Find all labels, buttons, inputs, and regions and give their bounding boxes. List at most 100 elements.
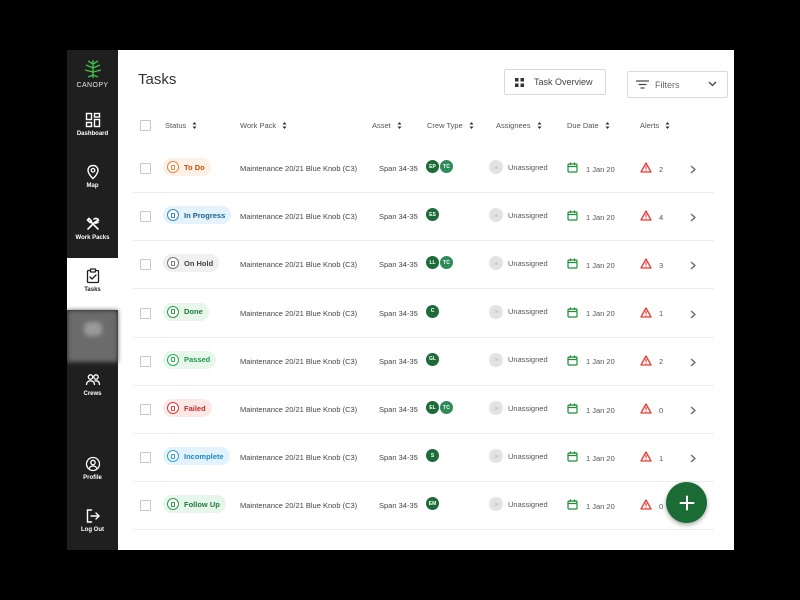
add-task-button[interactable] xyxy=(666,482,707,523)
row-checkbox[interactable] xyxy=(140,163,151,174)
nav-work-packs[interactable]: Work Packs xyxy=(67,206,118,258)
column-header-alerts[interactable]: Alerts xyxy=(640,114,670,136)
nav-tasks[interactable]: Tasks xyxy=(67,258,118,310)
chevron-right-icon[interactable] xyxy=(690,354,696,372)
chevron-right-icon[interactable] xyxy=(690,402,696,420)
nav-map[interactable]: Map xyxy=(67,154,118,206)
column-header-crew-type[interactable]: Crew Type xyxy=(427,114,474,136)
column-label: Crew Type xyxy=(427,120,463,130)
table-row[interactable]: Passed Maintenance 20/21 Blue Knob (C3) … xyxy=(133,338,714,386)
table-row[interactable]: Incomplete Maintenance 20/21 Blue Knob (… xyxy=(133,434,714,483)
calendar-icon xyxy=(567,449,578,467)
table-row[interactable]: Follow Up Maintenance 20/21 Blue Knob (C… xyxy=(133,482,714,531)
chevron-right-icon[interactable] xyxy=(690,450,696,468)
avatar: JK xyxy=(489,208,503,223)
select-all-checkbox[interactable] xyxy=(140,120,151,131)
nav-blurred-item[interactable] xyxy=(67,310,118,362)
row-checkbox[interactable] xyxy=(140,211,151,223)
crew-badge: EM xyxy=(426,497,439,511)
crew-type-cell: C xyxy=(426,304,440,318)
app-window: CANOPY Dashboard Map Work Packs Tasks Cr… xyxy=(67,50,734,550)
asset-cell: Span 34-35 xyxy=(379,212,418,222)
due-date-cell: 1 Jan 20 xyxy=(567,353,615,371)
assignee-cell: JK Unassigned xyxy=(489,256,548,271)
status-label: In Progress xyxy=(184,210,226,220)
assignee-name: Unassigned xyxy=(508,451,548,461)
grid-icon xyxy=(515,77,524,87)
alerts-cell: 1 xyxy=(640,449,663,467)
due-date-cell: 1 Jan 20 xyxy=(567,449,615,467)
due-date-cell: 1 Jan 20 xyxy=(567,401,615,419)
table-row[interactable]: In Progress Maintenance 20/21 Blue Knob … xyxy=(133,193,714,242)
due-date: 1 Jan 20 xyxy=(586,357,615,367)
chevron-right-icon[interactable] xyxy=(690,257,696,275)
row-checkbox[interactable] xyxy=(140,307,151,319)
status-label: On Hold xyxy=(184,258,214,268)
column-header-status[interactable]: Status xyxy=(165,114,197,136)
column-header-due-date[interactable]: Due Date xyxy=(567,114,610,136)
filters-dropdown[interactable]: Filters xyxy=(627,71,728,98)
assignee-name: Unassigned xyxy=(508,307,548,317)
alert-count: 3 xyxy=(659,260,664,270)
asset-cell: Span 34-35 xyxy=(379,308,418,318)
status-clipboard-icon xyxy=(167,209,179,222)
work-pack-cell: Maintenance 20/21 Blue Knob (C3) xyxy=(240,501,358,511)
due-date-cell: 1 Jan 20 xyxy=(567,497,615,515)
brand-name: CANOPY xyxy=(76,82,109,89)
crew-type-cell: S xyxy=(426,449,440,463)
row-checkbox[interactable] xyxy=(140,500,151,512)
column-header-asset[interactable]: Asset xyxy=(372,114,402,136)
nav-profile[interactable]: Profile xyxy=(67,446,118,498)
crew-type-cell: GL xyxy=(426,352,440,366)
status-label: Done xyxy=(184,307,203,317)
alerts-cell: 2 xyxy=(640,160,663,178)
crew-badge: EL xyxy=(426,401,439,414)
assignee-cell: JK Unassigned xyxy=(489,208,548,223)
assignee-cell: JK Unassigned xyxy=(489,160,548,174)
asset-cell: Span 34-35 xyxy=(379,260,418,270)
crew-badge: ES xyxy=(426,208,439,222)
table-row[interactable]: Failed Maintenance 20/21 Blue Knob (C3) … xyxy=(133,386,714,434)
warning-triangle-icon xyxy=(640,353,652,371)
due-date-cell: 1 Jan 20 xyxy=(567,208,615,226)
due-date: 1 Jan 20 xyxy=(586,309,615,319)
column-header-work-pack[interactable]: Work Pack xyxy=(240,114,287,136)
chevron-right-icon[interactable] xyxy=(690,209,696,227)
row-checkbox[interactable] xyxy=(140,404,151,415)
table-row[interactable]: To Do Maintenance 20/21 Blue Knob (C3) S… xyxy=(133,145,714,193)
warning-triangle-icon xyxy=(640,256,652,274)
calendar-icon xyxy=(567,497,578,515)
crew-badge: LL xyxy=(426,256,439,270)
nav-crews[interactable]: Crews xyxy=(67,362,118,414)
task-overview-button[interactable]: Task Overview xyxy=(504,69,606,95)
warning-triangle-icon xyxy=(640,449,652,467)
row-checkbox[interactable] xyxy=(140,355,151,367)
assignee-name: Unassigned xyxy=(508,355,548,365)
status-badge: Passed xyxy=(163,350,217,369)
row-checkbox[interactable] xyxy=(140,452,151,464)
crew-badge: S xyxy=(426,449,439,463)
chevron-right-icon[interactable] xyxy=(690,161,696,179)
column-label: Assignees xyxy=(496,120,531,130)
avatar: JK xyxy=(489,401,503,415)
status-clipboard-icon xyxy=(167,305,179,318)
alert-count: 1 xyxy=(659,453,664,463)
alert-count: 2 xyxy=(659,164,664,174)
work-pack-cell: Maintenance 20/21 Blue Knob (C3) xyxy=(240,260,358,270)
table-row[interactable]: On Hold Maintenance 20/21 Blue Knob (C3)… xyxy=(133,241,714,290)
nav-label: Log Out xyxy=(81,527,104,533)
calendar-icon xyxy=(567,353,578,371)
crew-badge: TC xyxy=(440,256,453,270)
assignee-name: Unassigned xyxy=(508,499,548,509)
row-checkbox[interactable] xyxy=(140,259,151,271)
nav-label: Crews xyxy=(83,391,102,397)
table-row[interactable]: Done Maintenance 20/21 Blue Knob (C3) Sp… xyxy=(133,290,714,338)
column-label: Status xyxy=(165,120,187,130)
blurred-icon xyxy=(83,322,102,336)
work-pack-cell: Maintenance 20/21 Blue Knob (C3) xyxy=(240,164,358,173)
nav-dashboard[interactable]: Dashboard xyxy=(67,102,118,154)
calendar-icon xyxy=(567,256,578,274)
chevron-right-icon[interactable] xyxy=(690,306,696,324)
nav-logout[interactable]: Log Out xyxy=(67,498,118,550)
column-header-assignees[interactable]: Assignees xyxy=(496,114,542,136)
